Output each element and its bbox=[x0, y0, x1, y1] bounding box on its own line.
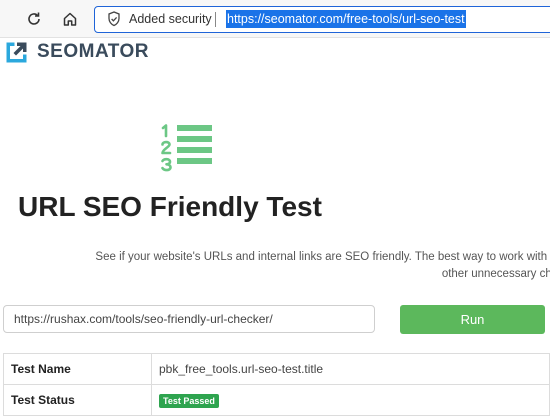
run-button[interactable]: Run bbox=[400, 305, 545, 334]
reload-icon[interactable] bbox=[24, 9, 44, 29]
results-table: Test Name pbk_free_tools.url-seo-test.ti… bbox=[3, 353, 550, 416]
address-bar[interactable]: Added security https://seomator.com/free… bbox=[94, 6, 550, 33]
url-text[interactable]: https://seomator.com/free-tools/url-seo-… bbox=[226, 10, 466, 28]
address-divider bbox=[215, 12, 216, 27]
status-badge: Test Passed bbox=[159, 393, 219, 408]
security-label: Added security bbox=[129, 12, 212, 26]
row-value: Test Passed bbox=[151, 384, 550, 416]
logo-text: SEOMATOR bbox=[37, 41, 150, 62]
logo-icon bbox=[4, 40, 29, 70]
browser-toolbar: Added security https://seomator.com/free… bbox=[0, 0, 550, 38]
url-input[interactable] bbox=[3, 305, 375, 333]
row-value: pbk_free_tools.url-seo-test.title bbox=[151, 353, 550, 385]
row-key: Test Status bbox=[3, 384, 152, 416]
description-line-1: See if your website's URLs and internal … bbox=[95, 251, 550, 263]
numbered-list-icon bbox=[159, 121, 215, 182]
table-row: Test Status Test Passed bbox=[3, 384, 550, 416]
shield-icon bbox=[107, 11, 121, 32]
table-row: Test Name pbk_free_tools.url-seo-test.ti… bbox=[3, 353, 550, 385]
home-icon[interactable] bbox=[60, 9, 80, 29]
row-key: Test Name bbox=[3, 353, 152, 385]
description-line-2: other unnecessary char bbox=[441, 268, 550, 280]
page-title: URL SEO Friendly Test bbox=[18, 191, 322, 222]
page-description: See if your website's URLs and internal … bbox=[14, 249, 550, 283]
